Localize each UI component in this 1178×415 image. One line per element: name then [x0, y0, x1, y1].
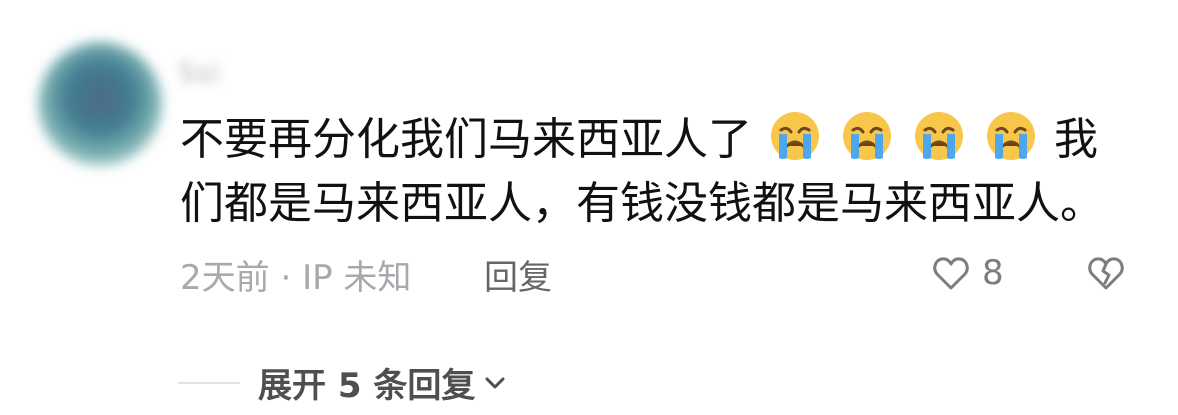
reply-button[interactable]: 回复	[484, 250, 552, 299]
comment-text-part-1: 不要再分化我们马来西亚人了	[180, 114, 752, 165]
dislike-button[interactable]	[1085, 252, 1127, 298]
comment-time: 2天前	[180, 258, 270, 298]
username[interactable]: Ssi	[178, 56, 221, 89]
like-button[interactable]: 8	[930, 252, 1004, 294]
crying-face-icon	[771, 112, 819, 160]
avatar[interactable]	[38, 42, 162, 166]
comment-text: 不要再分化我们马来西亚人了 我们都是马来西亚人，有钱没钱都是马来西亚人。	[180, 108, 1140, 236]
chevron-down-icon	[485, 377, 505, 388]
crying-face-icon	[987, 112, 1035, 160]
meta-separator: ·	[280, 258, 292, 298]
divider-line	[178, 381, 240, 384]
expand-replies-button[interactable]: 展开 5 条回复	[258, 358, 509, 407]
broken-heart-icon	[1088, 257, 1124, 290]
comment-meta: 2天前 · IP 未知	[180, 250, 411, 299]
like-count: 8	[982, 253, 1004, 293]
expand-replies: 展开 5 条回复	[178, 358, 509, 407]
heart-icon	[933, 257, 969, 290]
crying-face-icon	[843, 112, 891, 160]
expand-replies-label: 展开 5 条回复	[258, 366, 476, 406]
ip-location: IP 未知	[302, 258, 412, 298]
crying-face-icon	[915, 112, 963, 160]
